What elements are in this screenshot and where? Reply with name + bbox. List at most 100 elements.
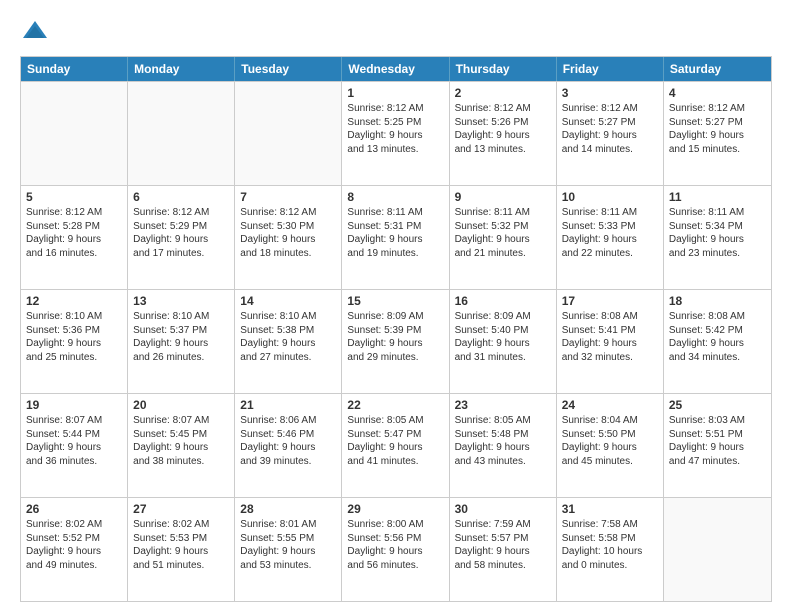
day-info: Sunrise: 8:09 AMSunset: 5:40 PMDaylight:… [455, 310, 551, 364]
calendar-cell: 19 Sunrise: 8:07 AMSunset: 5:44 PMDayligh… [21, 394, 128, 497]
day-number: 17 [562, 294, 658, 308]
calendar-cell: 27Sunrise: 8:02 AMSunset: 5:53 PMDayligh… [128, 498, 235, 601]
day-info: Sunrise: 8:09 AMSunset: 5:39 PMDaylight:… [347, 310, 443, 364]
day-number: 16 [455, 294, 551, 308]
day-info: Sunrise: 8:12 AMSunset: 5:26 PMDaylight:… [455, 102, 551, 156]
day-number: 29 [347, 502, 443, 516]
calendar-row: 26 Sunrise: 8:02 AMSunset: 5:52 PMDayligh… [21, 497, 771, 601]
day-number: 30 [455, 502, 551, 516]
calendar-cell: 6Sunrise: 8:12 AMSunset: 5:29 PMDaylight… [128, 186, 235, 289]
day-number: 22 [347, 398, 443, 412]
day-info: Sunrise: 8:06 AMSunset: 5:46 PMDaylight:… [240, 414, 336, 468]
day-info: Sunrise: 8:00 AMSunset: 5:56 PMDaylight:… [347, 518, 443, 572]
day-info: Sunrise: 8:07 AMSunset: 5:44 PMDaylight:… [26, 414, 122, 468]
day-number: 19 [26, 398, 122, 412]
day-number: 10 [562, 190, 658, 204]
day-info: Sunrise: 8:12 AMSunset: 5:29 PMDaylight:… [133, 206, 229, 260]
day-info: Sunrise: 8:11 AMSunset: 5:34 PMDaylight:… [669, 206, 766, 260]
day-info: Sunrise: 8:12 AMSunset: 5:27 PMDaylight:… [562, 102, 658, 156]
calendar-cell: 1 Sunrise: 8:12 AMSunset: 5:25 PMDaylight… [342, 82, 449, 185]
day-number: 21 [240, 398, 336, 412]
weekday-header: Monday [128, 57, 235, 81]
calendar-cell: 9 Sunrise: 8:11 AMSunset: 5:32 PMDaylight… [450, 186, 557, 289]
day-number: 2 [455, 86, 551, 100]
calendar-cell: 11Sunrise: 8:11 AMSunset: 5:34 PMDayligh… [664, 186, 771, 289]
calendar-row: 1 Sunrise: 8:12 AMSunset: 5:25 PMDaylight… [21, 81, 771, 185]
calendar-row: 5 Sunrise: 8:12 AMSunset: 5:28 PMDaylight… [21, 185, 771, 289]
calendar-cell: 20 Sunrise: 8:07 AMSunset: 5:45 PMDayligh… [128, 394, 235, 497]
day-info: Sunrise: 8:10 AMSunset: 5:36 PMDaylight:… [26, 310, 122, 364]
day-info: Sunrise: 8:11 AMSunset: 5:33 PMDaylight:… [562, 206, 658, 260]
calendar-cell: 31 Sunrise: 7:58 AMSunset: 5:58 PMDayligh… [557, 498, 664, 601]
day-number: 9 [455, 190, 551, 204]
day-number: 31 [562, 502, 658, 516]
day-info: Sunrise: 8:12 AMSunset: 5:25 PMDaylight:… [347, 102, 443, 156]
day-info: Sunrise: 8:05 AMSunset: 5:47 PMDaylight:… [347, 414, 443, 468]
day-info: Sunrise: 8:07 AMSunset: 5:45 PMDaylight:… [133, 414, 229, 468]
calendar-cell [21, 82, 128, 185]
weekday-header: Thursday [450, 57, 557, 81]
day-info: Sunrise: 8:03 AMSunset: 5:51 PMDaylight:… [669, 414, 766, 468]
calendar-cell: 22 Sunrise: 8:05 AMSunset: 5:47 PMDayligh… [342, 394, 449, 497]
calendar-cell: 28 Sunrise: 8:01 AMSunset: 5:55 PMDayligh… [235, 498, 342, 601]
weekday-header: Sunday [21, 57, 128, 81]
day-number: 20 [133, 398, 229, 412]
day-info: Sunrise: 8:10 AMSunset: 5:37 PMDaylight:… [133, 310, 229, 364]
day-info: Sunrise: 8:12 AMSunset: 5:27 PMDaylight:… [669, 102, 766, 156]
day-number: 3 [562, 86, 658, 100]
day-number: 14 [240, 294, 336, 308]
day-number: 15 [347, 294, 443, 308]
calendar-cell: 18Sunrise: 8:08 AMSunset: 5:42 PMDayligh… [664, 290, 771, 393]
day-info: Sunrise: 8:12 AMSunset: 5:28 PMDaylight:… [26, 206, 122, 260]
day-info: Sunrise: 8:02 AMSunset: 5:53 PMDaylight:… [133, 518, 229, 572]
day-number: 8 [347, 190, 443, 204]
day-info: Sunrise: 8:04 AMSunset: 5:50 PMDaylight:… [562, 414, 658, 468]
calendar-cell: 15 Sunrise: 8:09 AMSunset: 5:39 PMDayligh… [342, 290, 449, 393]
day-number: 13 [133, 294, 229, 308]
day-number: 24 [562, 398, 658, 412]
calendar-row: 12 Sunrise: 8:10 AMSunset: 5:36 PMDayligh… [21, 289, 771, 393]
header [20, 18, 772, 48]
calendar-cell: 3 Sunrise: 8:12 AMSunset: 5:27 PMDaylight… [557, 82, 664, 185]
calendar-header: SundayMondayTuesdayWednesdayThursdayFrid… [21, 57, 771, 81]
calendar-cell: 13 Sunrise: 8:10 AMSunset: 5:37 PMDayligh… [128, 290, 235, 393]
calendar-cell: 8 Sunrise: 8:11 AMSunset: 5:31 PMDaylight… [342, 186, 449, 289]
day-info: Sunrise: 8:05 AMSunset: 5:48 PMDaylight:… [455, 414, 551, 468]
day-number: 26 [26, 502, 122, 516]
calendar-cell: 16 Sunrise: 8:09 AMSunset: 5:40 PMDayligh… [450, 290, 557, 393]
day-info: Sunrise: 8:11 AMSunset: 5:31 PMDaylight:… [347, 206, 443, 260]
weekday-header: Friday [557, 57, 664, 81]
calendar: SundayMondayTuesdayWednesdayThursdayFrid… [20, 56, 772, 602]
day-number: 4 [669, 86, 766, 100]
calendar-cell: 7Sunrise: 8:12 AMSunset: 5:30 PMDaylight… [235, 186, 342, 289]
day-number: 7 [240, 190, 336, 204]
weekday-header: Saturday [664, 57, 771, 81]
day-number: 18 [669, 294, 766, 308]
day-info: Sunrise: 8:10 AMSunset: 5:38 PMDaylight:… [240, 310, 336, 364]
day-number: 28 [240, 502, 336, 516]
weekday-header: Tuesday [235, 57, 342, 81]
calendar-cell [235, 82, 342, 185]
calendar-cell: 5 Sunrise: 8:12 AMSunset: 5:28 PMDaylight… [21, 186, 128, 289]
calendar-cell: 17Sunrise: 8:08 AMSunset: 5:41 PMDayligh… [557, 290, 664, 393]
calendar-cell: 26 Sunrise: 8:02 AMSunset: 5:52 PMDayligh… [21, 498, 128, 601]
calendar-row: 19 Sunrise: 8:07 AMSunset: 5:44 PMDayligh… [21, 393, 771, 497]
calendar-cell: 29 Sunrise: 8:00 AMSunset: 5:56 PMDayligh… [342, 498, 449, 601]
weekday-header: Wednesday [342, 57, 449, 81]
day-number: 12 [26, 294, 122, 308]
calendar-cell: 10 Sunrise: 8:11 AMSunset: 5:33 PMDayligh… [557, 186, 664, 289]
day-number: 25 [669, 398, 766, 412]
day-info: Sunrise: 8:02 AMSunset: 5:52 PMDaylight:… [26, 518, 122, 572]
day-number: 5 [26, 190, 122, 204]
calendar-cell [664, 498, 771, 601]
calendar-cell: 25 Sunrise: 8:03 AMSunset: 5:51 PMDayligh… [664, 394, 771, 497]
logo [20, 18, 54, 48]
calendar-cell: 4 Sunrise: 8:12 AMSunset: 5:27 PMDaylight… [664, 82, 771, 185]
day-info: Sunrise: 8:11 AMSunset: 5:32 PMDaylight:… [455, 206, 551, 260]
logo-icon [20, 18, 50, 48]
calendar-cell: 23Sunrise: 8:05 AMSunset: 5:48 PMDayligh… [450, 394, 557, 497]
day-info: Sunrise: 7:58 AMSunset: 5:58 PMDaylight:… [562, 518, 658, 572]
day-info: Sunrise: 8:01 AMSunset: 5:55 PMDaylight:… [240, 518, 336, 572]
day-number: 1 [347, 86, 443, 100]
calendar-cell: 12 Sunrise: 8:10 AMSunset: 5:36 PMDayligh… [21, 290, 128, 393]
